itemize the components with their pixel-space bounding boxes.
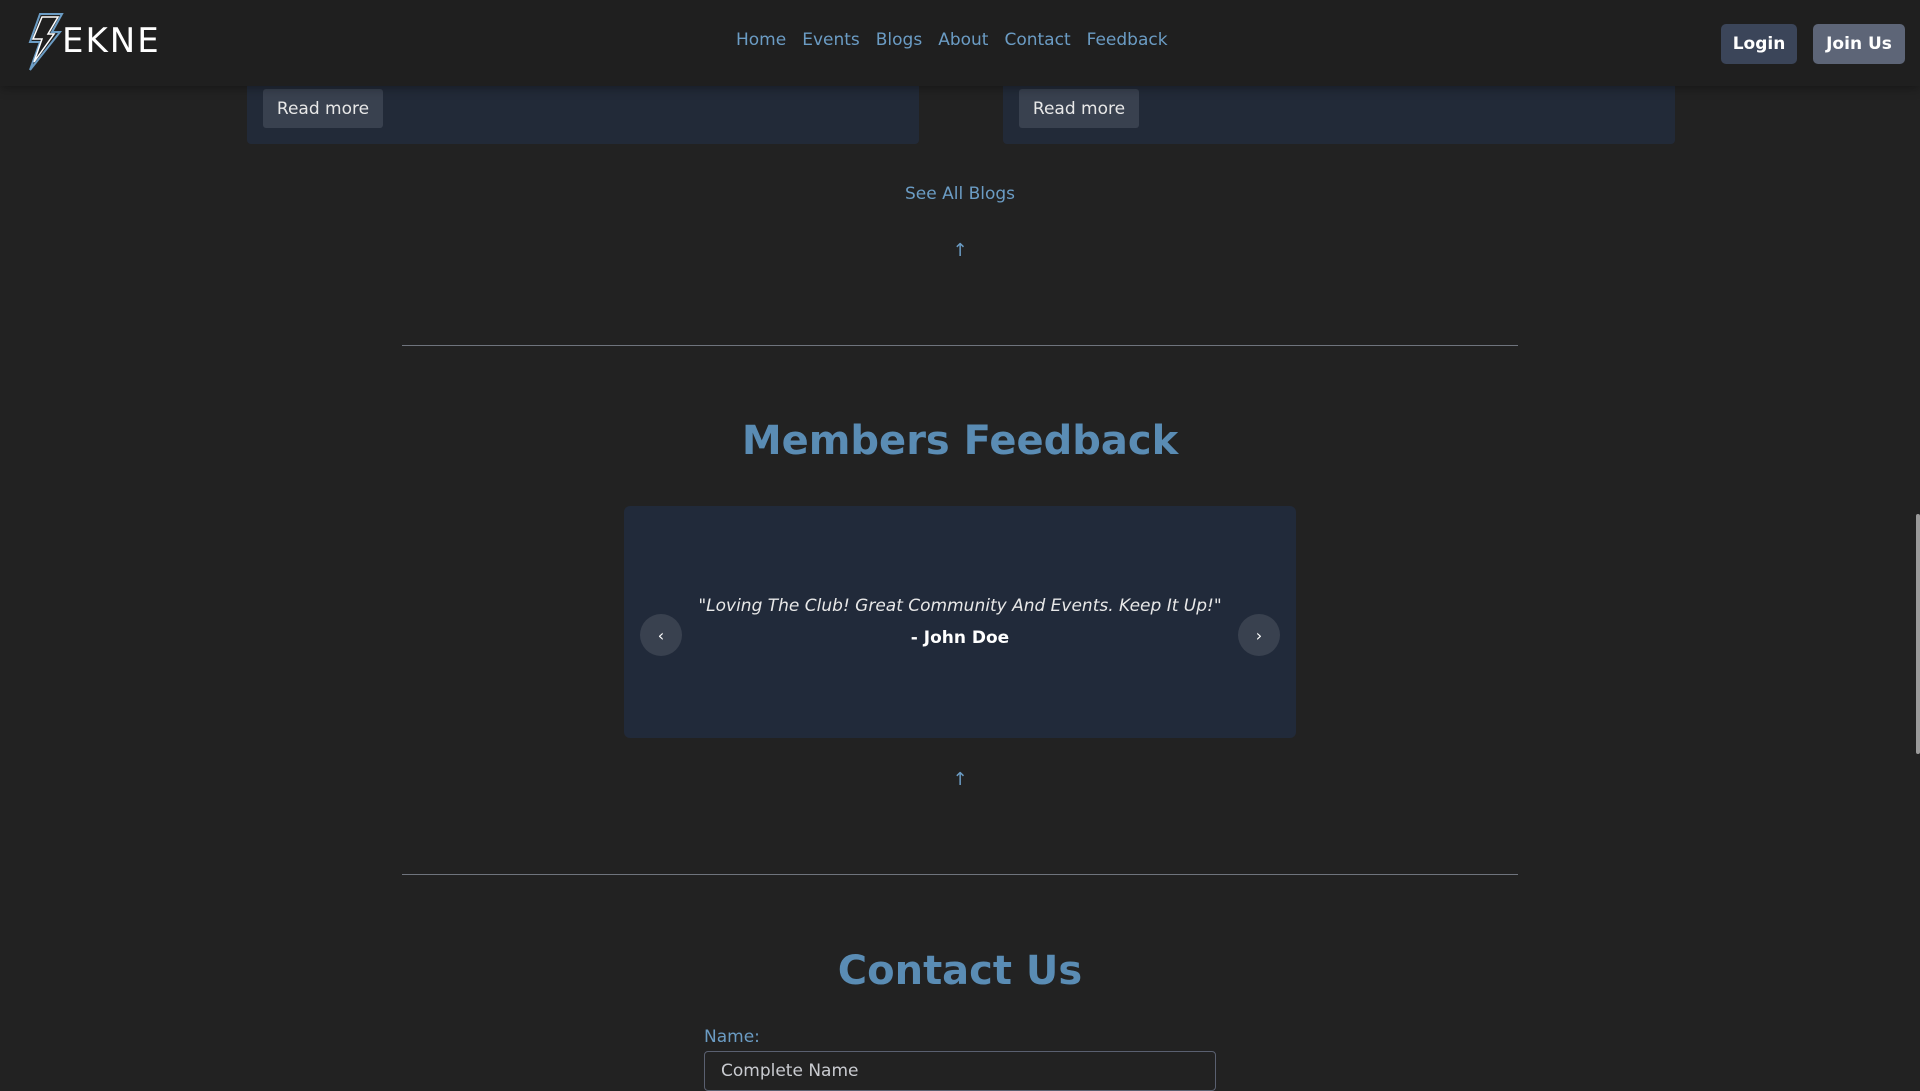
blog-card: Read more xyxy=(247,80,919,144)
main-nav: Home Events Blogs About Contact Feedback xyxy=(736,30,1184,50)
section-divider xyxy=(402,874,1518,875)
login-button[interactable]: Login xyxy=(1721,24,1797,64)
logo-text: EKNE xyxy=(62,21,161,61)
feedback-carousel: ‹ "Loving The Club! Great Community And … xyxy=(624,506,1296,738)
name-input[interactable] xyxy=(704,1051,1216,1091)
nav-item-home[interactable]: Home xyxy=(736,30,786,50)
feedback-section-title: Members Feedback xyxy=(741,418,1179,464)
nav-item-blogs[interactable]: Blogs xyxy=(876,30,922,50)
read-more-button[interactable]: Read more xyxy=(263,89,383,128)
arrow-up-icon[interactable]: ↑ xyxy=(950,241,970,261)
scrollbar[interactable] xyxy=(1916,514,1920,754)
nav-item-contact[interactable]: Contact xyxy=(1004,30,1070,50)
top-navbar: EKNE Home Events Blogs About Contact Fee… xyxy=(0,0,1920,86)
name-field-label: Name: xyxy=(704,1027,760,1047)
lightning-icon xyxy=(28,13,64,71)
contact-section-title: Contact Us xyxy=(837,948,1083,994)
blog-card: Read more xyxy=(1003,80,1675,144)
arrow-up-icon[interactable]: ↑ xyxy=(950,770,970,790)
see-all-blogs-link[interactable]: See All Blogs xyxy=(0,184,1920,204)
nav-item-events[interactable]: Events xyxy=(802,30,860,50)
nav-item-about[interactable]: About xyxy=(938,30,988,50)
carousel-next-button[interactable]: › xyxy=(1238,614,1280,656)
feedback-author: - John Doe xyxy=(910,628,1010,648)
read-more-button[interactable]: Read more xyxy=(1019,89,1139,128)
join-us-button[interactable]: Join Us xyxy=(1813,24,1905,64)
section-divider xyxy=(402,345,1518,346)
logo[interactable]: EKNE xyxy=(22,12,159,72)
nav-item-feedback[interactable]: Feedback xyxy=(1087,30,1168,50)
feedback-quote: "Loving The Club! Great Community And Ev… xyxy=(698,596,1222,616)
chevron-right-icon: › xyxy=(1255,625,1263,645)
